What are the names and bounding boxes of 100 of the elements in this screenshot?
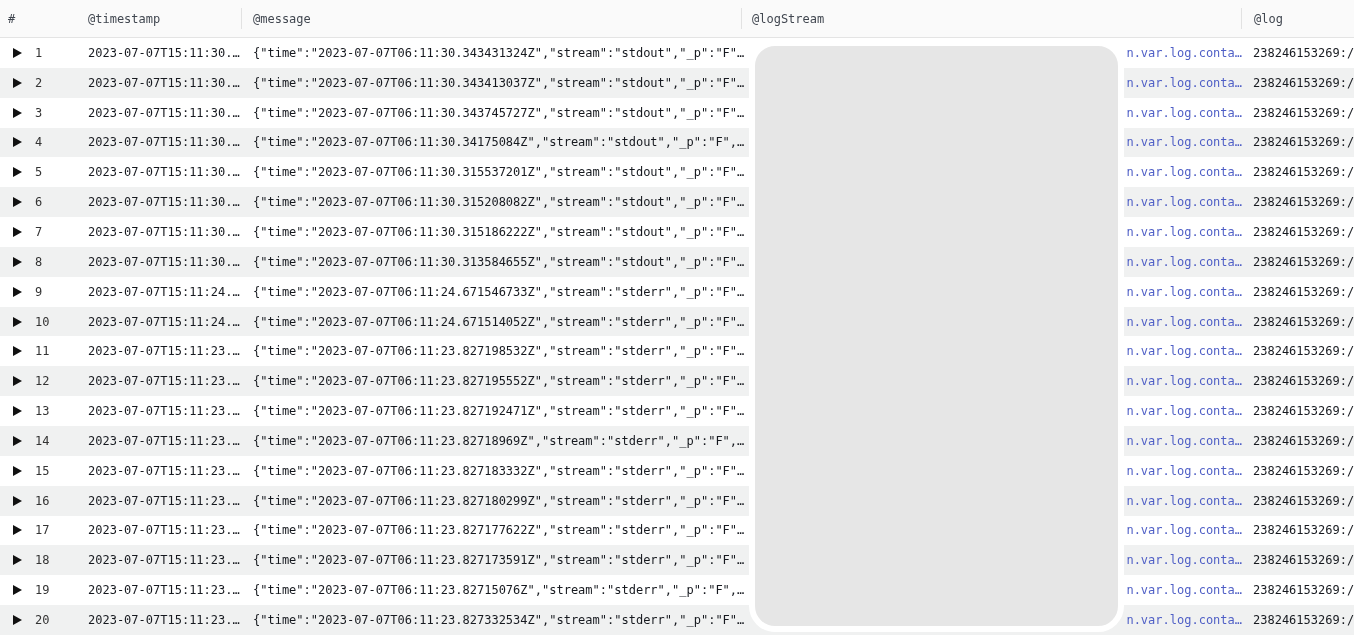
log-stream-link[interactable]: n.var.log.conta… bbox=[1126, 75, 1242, 90]
message-cell-text: {"time":"2023-07-07T06:11:30.343431324Z","stream":"stdout","_p":"F"… bbox=[252, 44, 746, 62]
log-stream-link[interactable]: n.var.log.conta… bbox=[1126, 374, 1242, 389]
timestamp-cell-text: 2023-07-07T15:11:23.… bbox=[87, 373, 241, 391]
row-number: 1 bbox=[35, 45, 43, 60]
caret-icon[interactable] bbox=[13, 286, 22, 297]
log-stream-link[interactable]: n.var.log.conta… bbox=[1126, 523, 1242, 538]
log-stream-link[interactable]: n.var.log.conta… bbox=[1126, 284, 1242, 299]
log-cell-text: 238246153269:/ bbox=[1252, 44, 1354, 62]
caret-icon[interactable] bbox=[13, 346, 22, 357]
row-number: 12 bbox=[35, 374, 50, 389]
log-cell-text: 238246153269:/ bbox=[1252, 313, 1354, 331]
caret-icon[interactable] bbox=[13, 376, 22, 387]
log-cell-text: 238246153269:/ bbox=[1252, 492, 1354, 510]
timestamp-cell-text: 2023-07-07T15:11:23.… bbox=[87, 343, 241, 361]
number-column-header: # bbox=[7, 10, 17, 28]
log-cell-text: 238246153269:/ bbox=[1252, 283, 1354, 301]
caret-icon[interactable] bbox=[13, 525, 22, 536]
caret-icon[interactable] bbox=[13, 107, 22, 118]
caret-icon[interactable] bbox=[13, 256, 22, 267]
caret-icon[interactable] bbox=[13, 435, 22, 446]
log-cell-text: 238246153269:/ bbox=[1252, 611, 1354, 629]
row-number: 2 bbox=[35, 75, 43, 90]
message-cell-text: {"time":"2023-07-07T06:11:30.343745727Z","stream":"stdout","_p":"F"… bbox=[252, 104, 746, 122]
row-number: 15 bbox=[35, 463, 50, 478]
message-cell-text: {"time":"2023-07-07T06:11:23.827183332Z","stream":"stderr","_p":"F"… bbox=[252, 462, 746, 480]
log-stream-link[interactable]: n.var.log.conta… bbox=[1126, 433, 1242, 448]
message-cell-text: {"time":"2023-07-07T06:11:30.315537201Z","stream":"stdout","_p":"F"… bbox=[252, 164, 746, 182]
caret-icon[interactable] bbox=[13, 137, 22, 148]
log-stream-link[interactable]: n.var.log.conta… bbox=[1126, 612, 1242, 627]
caret-icon[interactable] bbox=[13, 227, 22, 237]
log-cell-text: 238246153269:/ bbox=[1252, 403, 1354, 421]
column-header: @timestamp bbox=[87, 10, 162, 28]
caret-icon[interactable] bbox=[13, 555, 22, 566]
column-header: @message bbox=[241, 0, 741, 37]
caret-icon[interactable] bbox=[13, 585, 22, 596]
timestamp-cell-text: 2023-07-07T15:11:30.… bbox=[87, 134, 241, 152]
log-stream-link[interactable]: n.var.log.conta… bbox=[1126, 493, 1242, 508]
message-cell-text: {"time":"2023-07-07T06:11:23.827332534Z","stream":"stderr","_p":"F"… bbox=[252, 611, 746, 629]
caret-icon[interactable] bbox=[13, 465, 22, 476]
timestamp-cell-text: 2023-07-07T15:11:24.… bbox=[87, 313, 241, 331]
log-stream-link[interactable]: n.var.log.conta… bbox=[1126, 553, 1242, 568]
caret-icon[interactable] bbox=[13, 167, 22, 178]
message-cell-text: {"time":"2023-07-07T06:11:23.827195552Z","stream":"stderr","_p":"F"… bbox=[252, 373, 746, 391]
row-number: 20 bbox=[35, 612, 50, 627]
log-stream-link[interactable]: n.var.log.conta… bbox=[1126, 45, 1242, 60]
timestamp-cell-text: 2023-07-07T15:11:23.… bbox=[87, 582, 241, 600]
log-stream-link[interactable]: n.var.log.conta… bbox=[1126, 254, 1242, 269]
row-number: 19 bbox=[35, 583, 50, 598]
timestamp-cell-text: 2023-07-07T15:11:30.… bbox=[87, 164, 241, 182]
message-cell-text: {"time":"2023-07-07T06:11:30.315208082Z","stream":"stdout","_p":"F"… bbox=[252, 194, 746, 212]
timestamp-cell-text: 2023-07-07T15:11:23.… bbox=[87, 492, 241, 510]
column-header: @log bbox=[1241, 0, 1354, 37]
timestamp-cell-text: 2023-07-07T15:11:30.… bbox=[87, 74, 241, 92]
caret-icon[interactable] bbox=[13, 495, 22, 506]
log-cell-text: 238246153269:/ bbox=[1252, 552, 1354, 570]
log-stream-link[interactable]: n.var.log.conta… bbox=[1126, 105, 1242, 120]
log-stream-link[interactable]: n.var.log.conta… bbox=[1126, 583, 1242, 598]
message-cell-text: {"time":"2023-07-07T06:11:30.313584655Z","stream":"stdout","_p":"F"… bbox=[252, 253, 746, 271]
log-stream-link[interactable]: n.var.log.conta… bbox=[1126, 314, 1242, 329]
log-cell-text: 238246153269:/ bbox=[1252, 74, 1354, 92]
timestamp-cell-text: 2023-07-07T15:11:23.… bbox=[87, 522, 241, 540]
timestamp-cell-text: 2023-07-07T15:11:23.… bbox=[87, 403, 241, 421]
log-cell-text: 238246153269:/ bbox=[1252, 134, 1354, 152]
log-stream-link[interactable]: n.var.log.conta… bbox=[1126, 344, 1242, 359]
message-cell-text: {"time":"2023-07-07T06:11:30.343413037Z","stream":"stdout","_p":"F"… bbox=[252, 74, 746, 92]
log-stream-link[interactable]: n.var.log.conta… bbox=[1126, 225, 1242, 239]
row-number: 6 bbox=[35, 195, 43, 210]
timestamp-cell-text: 2023-07-07T15:11:23.… bbox=[87, 462, 241, 480]
row-number: 7 bbox=[35, 225, 43, 239]
log-stream-link[interactable]: n.var.log.conta… bbox=[1126, 195, 1242, 210]
log-cell-text: 238246153269:/ bbox=[1252, 432, 1354, 450]
log-stream-link[interactable]: n.var.log.conta… bbox=[1126, 135, 1242, 150]
message-cell-text: {"time":"2023-07-07T06:11:24.671546733Z","stream":"stderr","_p":"F"… bbox=[252, 283, 746, 301]
row-number: 16 bbox=[35, 493, 50, 508]
row-number: 3 bbox=[35, 105, 43, 120]
caret-icon[interactable] bbox=[13, 316, 22, 327]
caret-icon[interactable] bbox=[13, 614, 22, 625]
caret-icon[interactable] bbox=[13, 77, 22, 88]
row-number: 5 bbox=[35, 165, 43, 180]
timestamp-cell-text: 2023-07-07T15:11:30.… bbox=[87, 104, 241, 122]
log-cell-text: 238246153269:/ bbox=[1252, 343, 1354, 361]
message-cell-text: {"time":"2023-07-07T06:11:30.315186222Z","stream":"stdout","_p":"F"… bbox=[252, 224, 746, 241]
column-header: @logStream bbox=[741, 0, 1241, 37]
log-stream-link[interactable]: n.var.log.conta… bbox=[1126, 404, 1242, 419]
message-cell-text: {"time":"2023-07-07T06:11:23.827177622Z","stream":"stderr","_p":"F"… bbox=[252, 522, 746, 540]
timestamp-cell-text: 2023-07-07T15:11:30.… bbox=[87, 44, 241, 62]
caret-icon[interactable] bbox=[13, 197, 22, 208]
caret-icon[interactable] bbox=[13, 47, 22, 58]
log-cell-text: 238246153269:/ bbox=[1252, 462, 1354, 480]
log-cell-text: 238246153269:/ bbox=[1252, 582, 1354, 600]
row-number: 9 bbox=[35, 284, 43, 299]
message-cell-text: {"time":"2023-07-07T06:11:23.827173591Z","stream":"stderr","_p":"F"… bbox=[252, 552, 746, 570]
caret-icon[interactable] bbox=[13, 406, 22, 417]
timestamp-cell-text: 2023-07-07T15:11:23.… bbox=[87, 611, 241, 629]
row-number: 10 bbox=[35, 314, 50, 329]
log-stream-link[interactable]: n.var.log.conta… bbox=[1126, 463, 1242, 478]
row-number: 13 bbox=[35, 404, 50, 419]
log-stream-link[interactable]: n.var.log.conta… bbox=[1126, 165, 1242, 180]
message-cell-text: {"time":"2023-07-07T06:11:23.827180299Z","stream":"stderr","_p":"F"… bbox=[252, 492, 746, 510]
